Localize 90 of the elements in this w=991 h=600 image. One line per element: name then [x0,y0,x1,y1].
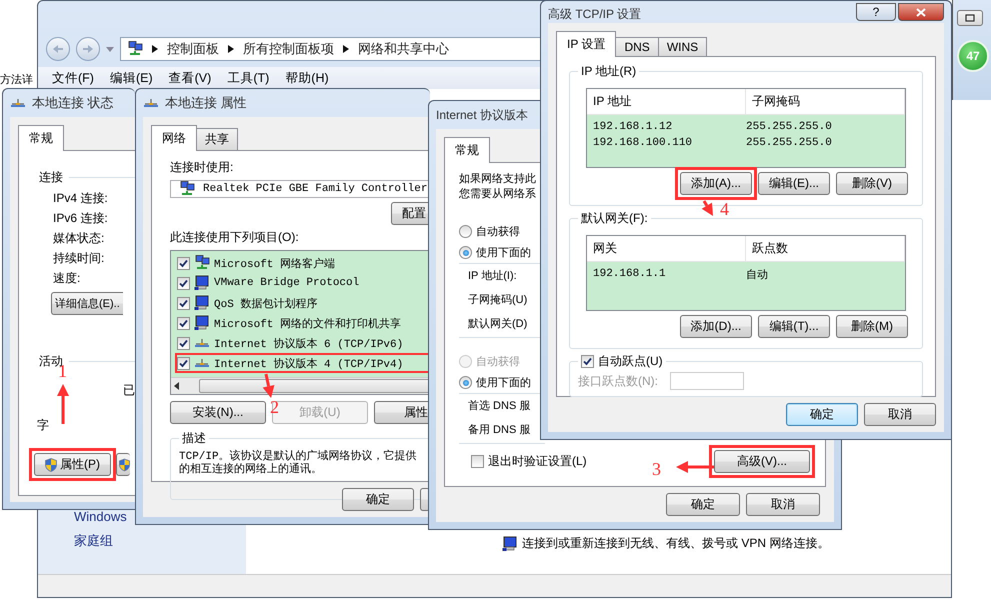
field-label: 接口跃点数(N): [578,372,658,390]
menu-item[interactable]: 查看(V) [162,70,218,86]
field-label: 持续时间: [53,250,106,267]
task-description: 连接到或重新连接到无线、有线、拨号或 VPN 网络连接。 [522,535,830,552]
step-number: 4 [720,200,729,218]
menu-item[interactable]: 帮助(H) [279,70,335,86]
column-header[interactable]: 子网掩码 [746,89,905,114]
advanced-button[interactable]: 高级(V)... [714,450,810,473]
action-button[interactable]: 安装(N)... [170,401,266,424]
field-label: 字 [37,418,49,432]
help-button[interactable]: ? [856,3,896,21]
menu-item[interactable]: 编辑(E) [104,70,159,86]
group-label: 默认网关(F): [580,210,649,227]
dialog-button[interactable]: 取消 [746,493,820,516]
field-label: 连接时使用: [170,159,234,176]
page-text: 方法详 [0,72,33,87]
window-title: 高级 TCP/IP 设置 [548,6,642,22]
menu-item[interactable]: 工具(T) [221,70,276,86]
dialog-button[interactable]: 添加(D)... [680,315,752,338]
intro-text: 如果网络支持此 [459,173,537,185]
properties-button[interactable]: 属性(P) [34,453,111,476]
group-label: 描述 [181,430,207,447]
tab[interactable]: IP 设置 [556,31,616,57]
field-label: 已 [123,383,135,397]
window-title: Internet 协议版本 [436,106,528,124]
table-cell-text: 192.168.1.12 [593,121,674,133]
column-header[interactable]: IP 地址 [587,89,746,114]
list-item[interactable]: Microsoft 网络的文件和打印机共享 [175,313,430,333]
list-label: 此连接使用下列项目(O): [170,229,300,246]
description-text: TCP/IP。该协议是默认的广域网络协议，它提供 [179,451,418,463]
table-cell-text: 自动 [746,268,769,282]
dialog-button[interactable]: 确定 [786,403,858,426]
window-title: 本地连接 状态 [32,94,114,112]
tab[interactable]: 常规 [444,137,490,163]
dialog-button[interactable]: 编辑(E)... [758,172,830,195]
field-label: 默认网关(D) [468,316,528,331]
tab[interactable]: DNS [615,37,659,56]
table-cell-text: 255.255.255.0 [746,137,833,149]
radio-label: 使用下面的 [476,246,531,260]
field-label: IP 地址(I): [468,269,518,283]
list-item[interactable]: QoS 数据包计划程序 [175,293,430,313]
radio-label: 使用下面的 [476,376,531,390]
radio-label: 自动获得 [476,225,520,239]
breadcrumb-item[interactable]: 控制面板 [167,40,219,58]
table-cell-text: 255.255.255.0 [746,121,833,133]
checkbox-label: 退出时验证设置(L) [488,453,587,470]
list-item[interactable]: VMware Bridge Protocol [175,273,430,293]
tab[interactable]: WINS [658,37,708,56]
list-item[interactable]: Internet 协议版本 6 (TCP/IPv6) [175,333,430,353]
field-label: IPv6 连接: [53,210,109,227]
field-label: 子网掩码(U) [468,293,528,307]
radio-label: 自动获得 [476,355,520,369]
list-item[interactable]: Microsoft 网络客户端 [175,253,430,273]
step-number: 3 [652,460,661,478]
ok-button[interactable]: 确定 [342,488,414,511]
configure-button[interactable]: 配置 [391,202,430,225]
dialog-button[interactable]: 删除(M) [836,315,908,338]
menu-item[interactable]: 文件(F) [46,70,100,86]
sidebar-link[interactable]: 家庭组 [74,532,246,550]
tab[interactable]: 共享 [196,128,238,150]
action-button[interactable]: 属性 [374,401,430,424]
field-label: 速度: [53,270,82,287]
dialog-button[interactable]: 编辑(T)... [758,315,830,338]
step-number: 2 [270,398,279,416]
dialog-button[interactable]: 取消 [864,403,936,426]
window-title: 本地连接 属性 [165,94,247,112]
group-label: 连接 [39,169,63,186]
table-cell-text: 192.168.100.110 [593,137,694,149]
breadcrumb-item[interactable]: 网络和共享中心 [358,40,449,58]
adapter-field: Realtek PCIe GBE Family Controller [170,180,430,198]
dialog-button[interactable]: 删除(V) [836,172,908,195]
intro-text: 您需要从网络系 [459,188,537,200]
description-text: 的相互连接的网络上的通讯。 [179,464,323,477]
table-cell-text: 192.168.1.1 [593,268,667,280]
checkbox-label: 自动跃点(U) [598,353,663,370]
tab[interactable]: 常规 [18,125,64,151]
dialog-button[interactable]: 确定 [666,493,740,516]
breadcrumb-item[interactable]: 所有控制面板项 [243,40,334,58]
count-badge: 47 [957,40,989,72]
field-label: 媒体状态: [53,230,106,247]
tab[interactable]: 网络 [151,125,197,151]
field-label: IPv4 连接: [53,190,109,207]
details-button[interactable]: 详细信息(E).. [51,292,123,315]
column-header[interactable]: 跃点数 [746,236,905,261]
group-label: IP 地址(R) [580,63,638,80]
column-header[interactable]: 网关 [587,236,746,261]
list-item[interactable]: Internet 协议版本 4 (TCP/IPv4) [175,353,430,373]
dialog-button[interactable]: 添加(A)... [680,172,752,195]
field-label: 首选 DNS 服 [468,399,532,413]
field-label: 备用 DNS 服 [468,423,532,437]
